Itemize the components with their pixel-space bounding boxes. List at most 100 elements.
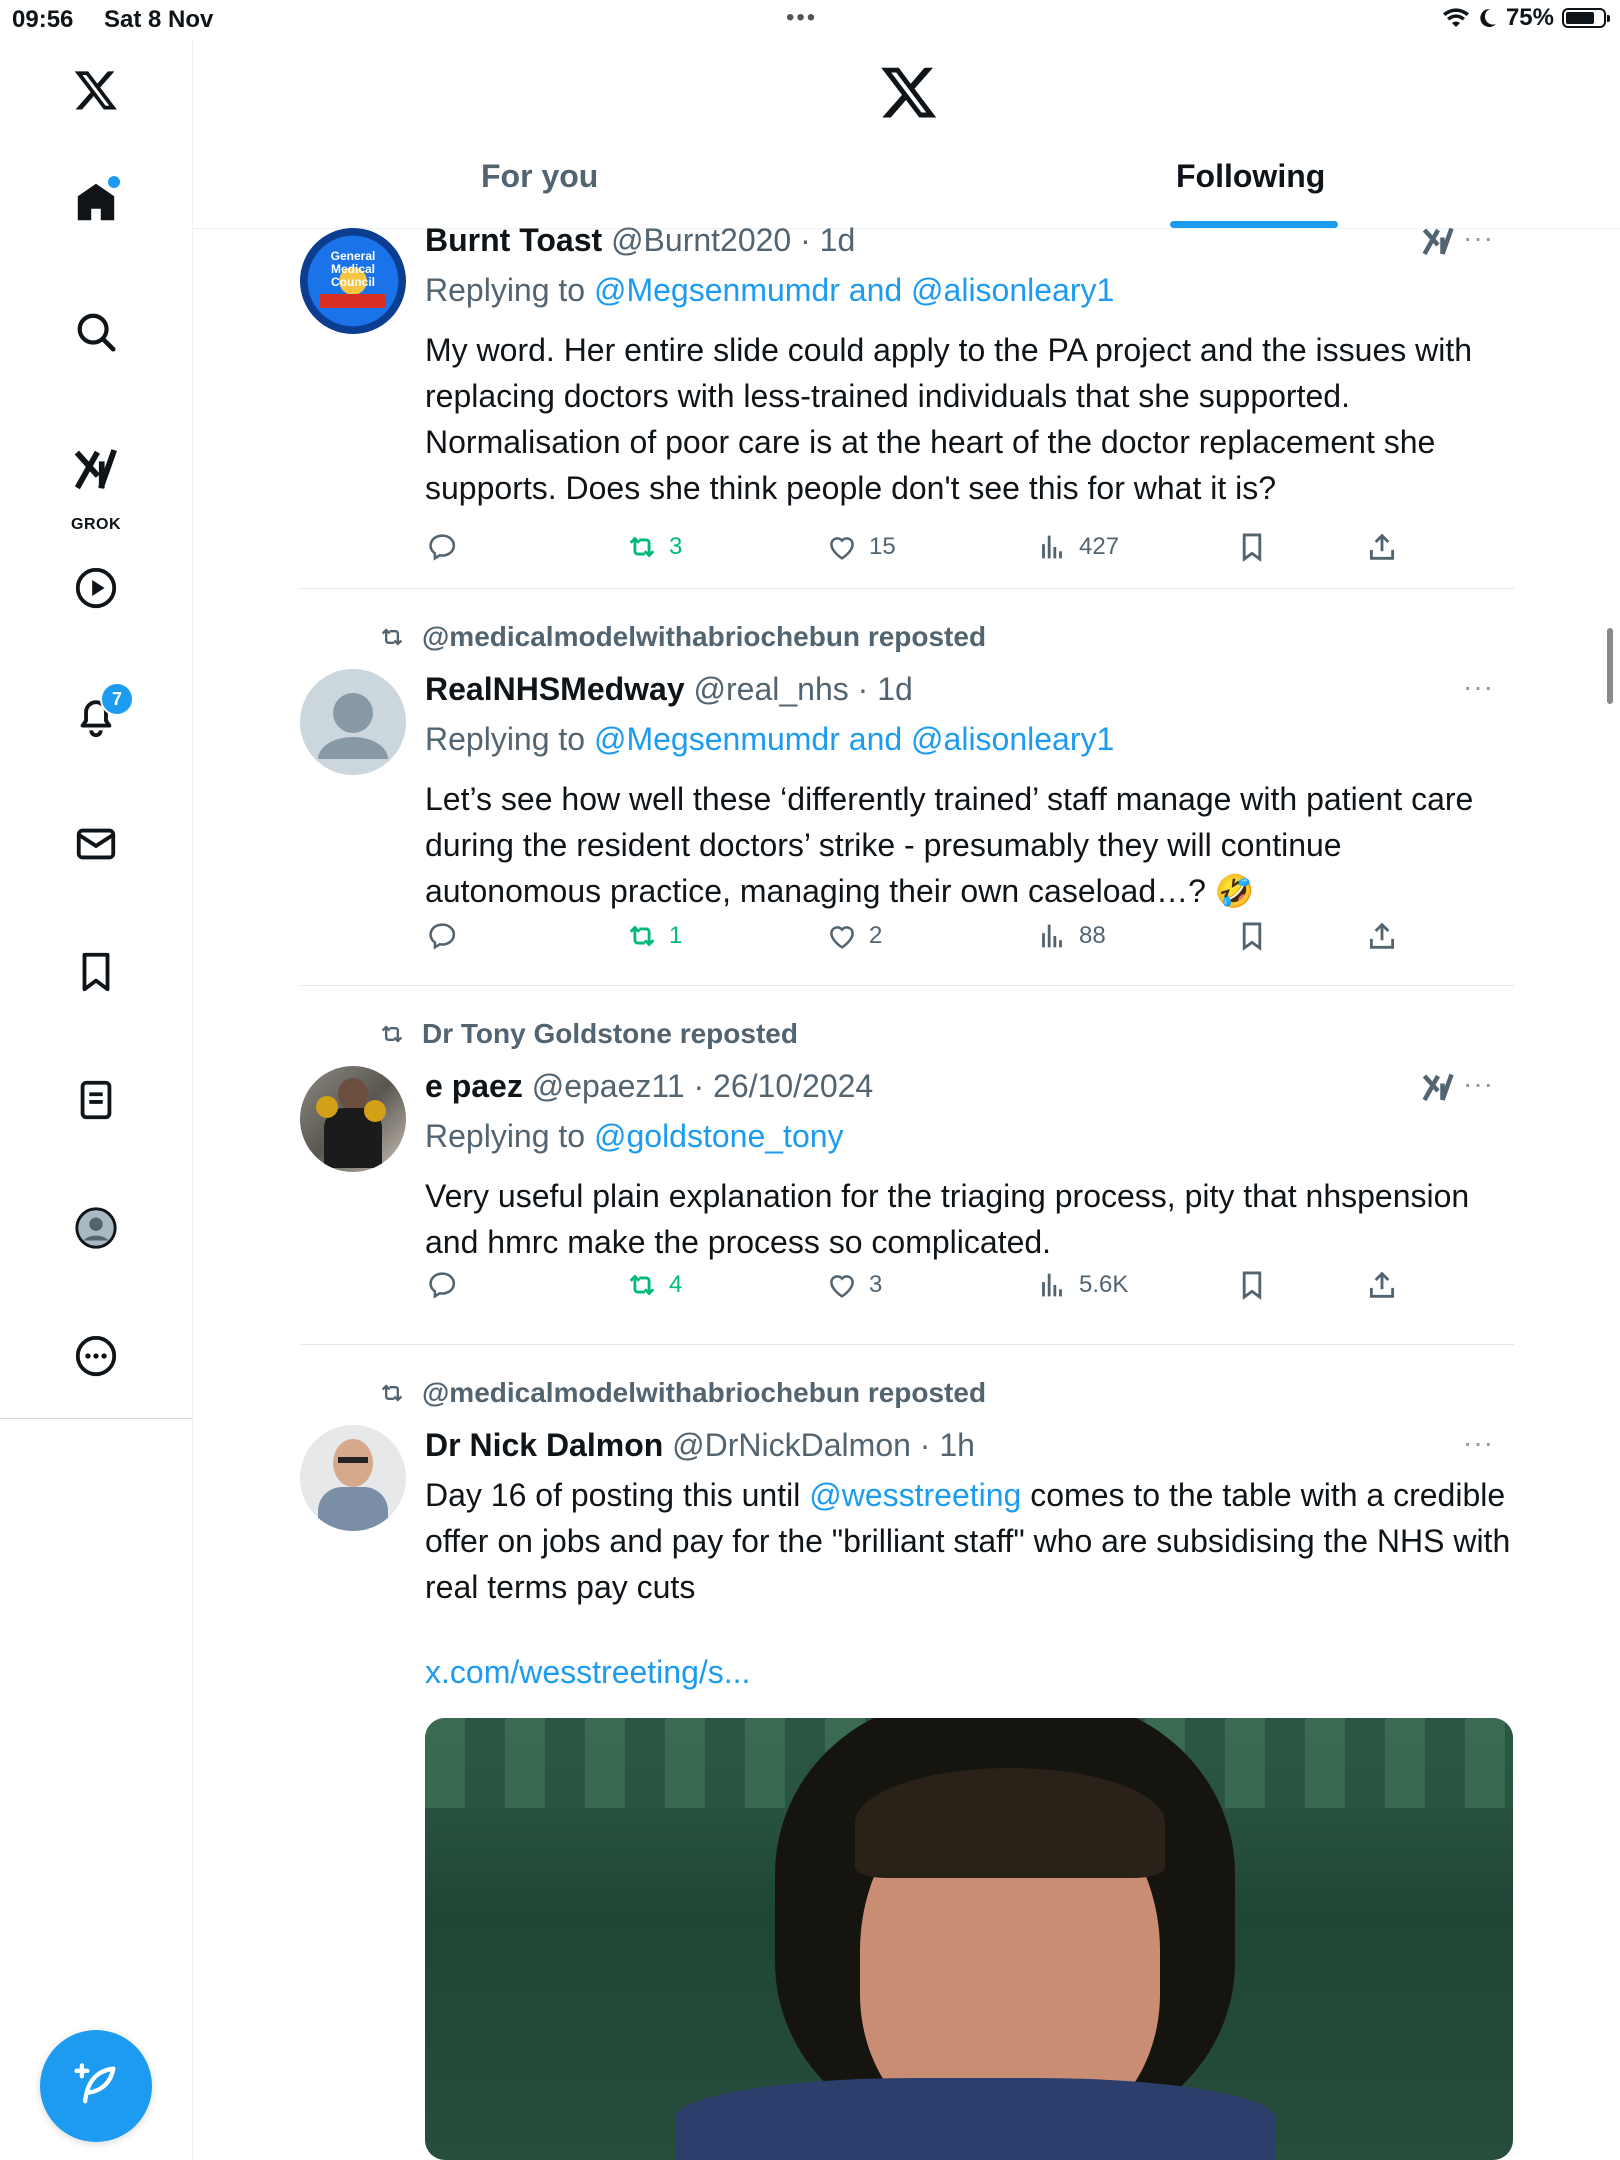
heart-icon: [830, 1275, 854, 1298]
grok-icon[interactable]: [66, 440, 126, 500]
active-tab-indicator: [1170, 221, 1338, 228]
battery-percent: 75%: [1505, 4, 1554, 31]
bookmark-icon: [1242, 922, 1262, 951]
more-options-icon[interactable]: ···: [1463, 671, 1494, 703]
views-button[interactable]: 427: [1035, 530, 1119, 564]
replying-prefix: Replying to: [425, 721, 594, 757]
reply-button[interactable]: [425, 919, 459, 953]
author-handle[interactable]: @real_nhs: [694, 671, 849, 707]
repost-count: 1: [669, 922, 683, 949]
view-count: 427: [1079, 533, 1120, 560]
post-header: Dr Nick Dalmon @DrNickDalmon · 1h: [425, 1427, 975, 1464]
tab-for-you[interactable]: For you: [481, 158, 598, 195]
repost-icon: [381, 1384, 403, 1402]
views-icon: [1042, 535, 1062, 559]
author-name[interactable]: Burnt Toast: [425, 222, 602, 258]
heart-icon: [830, 926, 854, 949]
grok-icon[interactable]: [1420, 224, 1456, 260]
post-time[interactable]: · 26/10/2024: [694, 1068, 874, 1104]
post-realnhsmedway[interactable]: @medicalmodelwithabriochebun reposted Re…: [300, 589, 1514, 986]
reposted-by[interactable]: @medicalmodelwithabriochebun reposted: [422, 621, 986, 653]
views-button[interactable]: 5.6K: [1035, 1268, 1128, 1302]
profile-icon[interactable]: [66, 1198, 126, 1258]
scrollbar-thumb[interactable]: [1607, 628, 1613, 704]
home-icon[interactable]: [66, 172, 126, 232]
repost-button[interactable]: 4: [625, 1268, 682, 1302]
views-button[interactable]: 88: [1035, 919, 1106, 953]
x-logo-icon[interactable]: [66, 60, 126, 120]
repost-indicator: @medicalmodelwithabriochebun reposted: [376, 621, 986, 653]
like-count: 3: [869, 1271, 883, 1298]
reposted-by[interactable]: @medicalmodelwithabriochebun reposted: [422, 1377, 986, 1409]
more-options-icon[interactable]: ···: [1463, 1427, 1494, 1459]
tab-following[interactable]: Following: [1176, 158, 1325, 195]
reply-icon: [429, 923, 456, 950]
share-button[interactable]: [1365, 1268, 1399, 1302]
bookmark-button[interactable]: [1235, 919, 1269, 953]
notifications-badge: 7: [100, 682, 134, 716]
repost-button[interactable]: 1: [625, 919, 682, 953]
search-icon[interactable]: [66, 302, 126, 362]
more-circle-icon[interactable]: [66, 1326, 126, 1386]
more-options-icon[interactable]: ···: [1463, 1068, 1494, 1100]
author-handle[interactable]: @epaez11: [532, 1068, 685, 1104]
status-date: Sat 8 Nov: [104, 6, 214, 33]
bookmark-icon[interactable]: [66, 942, 126, 1002]
post-e-paez[interactable]: Dr Tony Goldstone reposted e paez @epaez…: [300, 986, 1514, 1345]
replying-to-link[interactable]: @goldstone_tony: [594, 1118, 844, 1154]
author-name[interactable]: RealNHSMedway: [425, 671, 685, 707]
more-options-icon[interactable]: ···: [1463, 222, 1494, 254]
like-button[interactable]: 2: [825, 919, 882, 953]
video-thumbnail[interactable]: [425, 1718, 1513, 2160]
list-icon[interactable]: [66, 1070, 126, 1130]
replying-to: Replying to @Megsenmumdr and @alisonlear…: [425, 272, 1114, 309]
mention-link[interactable]: @wesstreeting: [809, 1477, 1021, 1513]
share-button[interactable]: [1365, 919, 1399, 953]
post-text-part: Day 16 of posting this until: [425, 1477, 810, 1513]
reply-button[interactable]: [425, 530, 459, 564]
like-count: 2: [869, 922, 883, 949]
sidebar-divider: [0, 1418, 192, 1419]
author-handle[interactable]: @DrNickDalmon: [672, 1427, 911, 1463]
post-time[interactable]: · 1d: [858, 671, 913, 707]
share-icon: [1369, 533, 1395, 560]
reposted-by[interactable]: Dr Tony Goldstone reposted: [422, 1018, 798, 1050]
replying-to-link[interactable]: @Megsenmumdr and @alisonleary1: [594, 272, 1114, 308]
bookmark-button[interactable]: [1235, 1268, 1269, 1302]
repost-icon: [629, 925, 655, 947]
reply-button[interactable]: [425, 1268, 459, 1302]
bookmark-button[interactable]: [1235, 530, 1269, 564]
author-name[interactable]: Dr Nick Dalmon: [425, 1427, 663, 1463]
avatar[interactable]: [300, 1425, 406, 1531]
post-burnt-toast[interactable]: General Medical Council Burnt Toast @Bur…: [300, 222, 1514, 589]
sidebar: GROK 7: [0, 40, 193, 2160]
author-handle[interactable]: @Burnt2020: [611, 222, 791, 258]
views-icon: [1042, 924, 1062, 948]
view-count: 88: [1079, 922, 1106, 949]
compose-button[interactable]: [40, 2030, 152, 2142]
play-icon[interactable]: [66, 558, 126, 618]
multitask-dots-icon[interactable]: •••: [786, 4, 817, 32]
like-button[interactable]: 15: [825, 530, 896, 564]
post-time[interactable]: · 1h: [920, 1427, 975, 1463]
avatar[interactable]: General Medical Council: [300, 228, 406, 334]
default-avatar-icon: [318, 693, 388, 759]
post-link[interactable]: x.com/wesstreeting/s...: [425, 1654, 750, 1690]
avatar-default[interactable]: [300, 669, 406, 775]
grok-label: GROK: [71, 516, 121, 533]
share-button[interactable]: [1365, 530, 1399, 564]
post-actions: 3 15 427: [425, 530, 1425, 570]
video-suit-shape: [675, 2078, 1275, 2160]
avatar-shape: [338, 1457, 368, 1463]
avatar[interactable]: [300, 1066, 406, 1172]
post-url-row: x.com/wesstreeting/s...: [425, 1649, 1515, 1695]
author-name[interactable]: e paez: [425, 1068, 523, 1104]
bell-icon[interactable]: 7: [66, 682, 134, 746]
status-time: 09:56: [12, 6, 74, 33]
repost-button[interactable]: 3: [625, 530, 682, 564]
post-time[interactable]: · 1d: [800, 222, 855, 258]
mail-icon[interactable]: [66, 814, 126, 874]
like-button[interactable]: 3: [825, 1268, 882, 1302]
replying-to-link[interactable]: @Megsenmumdr and @alisonleary1: [594, 721, 1114, 757]
grok-icon[interactable]: [1420, 1070, 1456, 1106]
